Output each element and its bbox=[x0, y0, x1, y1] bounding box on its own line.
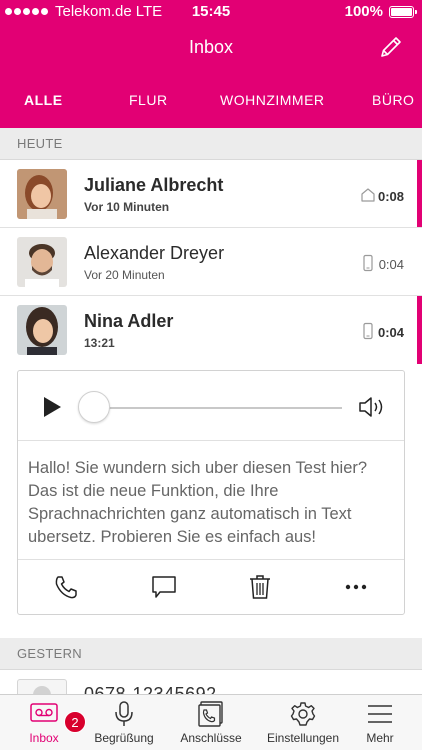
microphone-icon bbox=[115, 701, 133, 726]
tab-label: Anschlüsse bbox=[180, 731, 242, 745]
battery-icon bbox=[389, 5, 417, 18]
more-options-icon[interactable] bbox=[342, 573, 370, 601]
message-duration: 0:08 bbox=[377, 189, 404, 204]
bottom-tab-bar: 2 Inbox Begrüßung Anschlüsse Einstellung… bbox=[0, 694, 422, 750]
progress-slider-handle[interactable] bbox=[78, 391, 110, 423]
tab-label: Begrüßung bbox=[94, 731, 154, 745]
edit-pencil-icon[interactable] bbox=[378, 34, 404, 60]
menu-icon bbox=[368, 705, 392, 723]
voicemail-player-card: Hallo! Sie wundern sich uber diesen Test… bbox=[17, 370, 405, 615]
audio-player bbox=[18, 371, 404, 441]
message-time: 13:21 bbox=[84, 336, 115, 350]
play-icon[interactable] bbox=[42, 396, 62, 418]
tab-alle[interactable]: ALLE bbox=[24, 92, 63, 108]
message-time: Vor 10 Minuten bbox=[84, 200, 170, 214]
tab-label: Inbox bbox=[29, 731, 59, 745]
mobile-phone-icon bbox=[363, 322, 373, 340]
filter-tabs: ALLE FLUR WOHNZIMMER BÜRO bbox=[0, 92, 422, 112]
home-icon bbox=[361, 188, 375, 202]
message-bubble-icon[interactable] bbox=[150, 573, 178, 601]
tab-einstellungen[interactable]: Einstellungen bbox=[260, 695, 346, 750]
voicemail-transcript: Hallo! Sie wundern sich uber diesen Test… bbox=[18, 442, 404, 560]
page-title: Inbox bbox=[188, 37, 234, 57]
call-back-icon[interactable] bbox=[52, 573, 80, 601]
status-bar: Telekom.de LTE 15:45 100% bbox=[0, 0, 422, 24]
voicemail-icon bbox=[30, 703, 58, 722]
phone-devices-icon bbox=[198, 701, 223, 727]
section-header-yesterday: GESTERN bbox=[0, 638, 422, 670]
avatar bbox=[17, 305, 67, 355]
message-row-expanded[interactable]: Nina Adler 13:21 0:04 bbox=[0, 296, 422, 364]
tab-wohnzimmer[interactable]: WOHNZIMMER bbox=[220, 92, 325, 108]
battery-label: 100% bbox=[344, 3, 383, 20]
avatar bbox=[17, 237, 67, 287]
mobile-phone-icon bbox=[363, 254, 373, 272]
progress-track[interactable] bbox=[96, 407, 342, 409]
message-duration: 0:04 bbox=[377, 325, 404, 340]
gear-icon bbox=[290, 702, 316, 726]
tab-label: Mehr bbox=[366, 731, 394, 745]
unread-indicator bbox=[417, 296, 422, 364]
tab-inbox[interactable]: 2 Inbox bbox=[14, 695, 86, 750]
tab-anschluesse[interactable]: Anschlüsse bbox=[172, 695, 250, 750]
tab-mehr[interactable]: Mehr bbox=[356, 695, 404, 750]
unread-count-badge: 2 bbox=[64, 711, 86, 733]
message-row[interactable]: Juliane Albrecht Vor 10 Minuten 0:08 bbox=[0, 160, 422, 228]
tab-label: Einstellungen bbox=[266, 731, 340, 745]
contact-name: Nina Adler bbox=[84, 311, 174, 331]
section-header-today: HEUTE bbox=[0, 128, 422, 160]
volume-icon[interactable] bbox=[358, 395, 386, 419]
contact-name: Juliane Albrecht bbox=[84, 175, 224, 195]
message-time: Vor 20 Minuten bbox=[84, 268, 165, 282]
trash-icon[interactable] bbox=[246, 573, 274, 601]
message-duration: 0:04 bbox=[378, 257, 404, 272]
tab-buero[interactable]: BÜRO bbox=[372, 92, 414, 108]
unread-indicator bbox=[417, 160, 422, 227]
tab-flur[interactable]: FLUR bbox=[129, 92, 168, 108]
app-header: Telekom.de LTE 15:45 100% Inbox ALLE FLU… bbox=[0, 0, 422, 128]
message-row[interactable]: Alexander Dreyer Vor 20 Minuten 0:04 bbox=[0, 228, 422, 296]
contact-name: Alexander Dreyer bbox=[84, 243, 225, 263]
tab-begruessung[interactable]: Begrüßung bbox=[88, 695, 160, 750]
avatar bbox=[17, 169, 67, 219]
message-actions bbox=[18, 559, 404, 614]
